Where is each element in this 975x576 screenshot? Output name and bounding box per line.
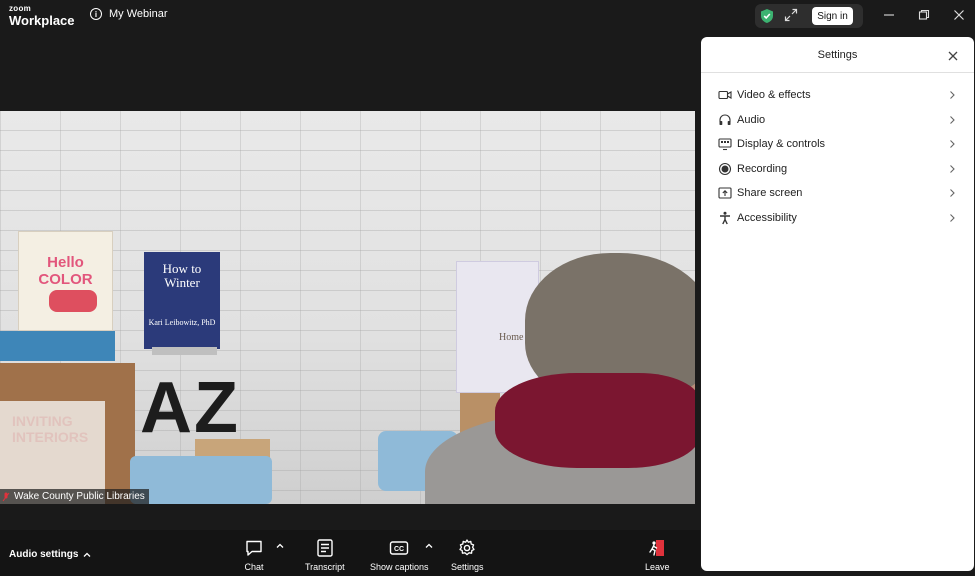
video-camera-icon <box>718 90 732 100</box>
book-stand <box>152 347 217 355</box>
transcript-icon <box>317 539 333 557</box>
chevron-right-icon <box>950 189 955 197</box>
close-window-icon[interactable] <box>950 6 968 24</box>
captions-options-chevron-icon[interactable] <box>424 542 434 550</box>
participant-name-tag: Wake County Public Libraries <box>0 489 149 504</box>
mic-muted-icon <box>2 492 10 501</box>
meeting-info[interactable]: i My Webinar <box>90 8 167 20</box>
az-letters: AZ <box>140 368 240 448</box>
meeting-toolbar: Audio settings Chat Transcript CC Show c… <box>0 530 700 576</box>
settings-item-label: Share screen <box>737 187 803 199</box>
meeting-title: My Webinar <box>109 8 168 20</box>
settings-item-accessibility[interactable]: Accessibility <box>701 206 974 230</box>
book-how-to-winter-title: How to Winter <box>162 261 202 290</box>
chevron-right-icon <box>950 91 955 99</box>
headphones-icon <box>719 114 731 125</box>
chevron-up-icon <box>83 552 91 557</box>
close-icon[interactable] <box>946 49 960 63</box>
book-how-to-winter-author: Kari Leibowitz, PhD <box>148 318 216 327</box>
closed-captions-icon: CC <box>390 541 409 555</box>
fullscreen-icon[interactable] <box>784 8 798 22</box>
book-hello-color: Hello COLOR <box>18 231 113 331</box>
leave-door-icon <box>649 540 665 556</box>
chevron-right-icon <box>950 140 955 148</box>
settings-item-audio[interactable]: Audio <box>701 108 974 132</box>
participant-name: Wake County Public Libraries <box>14 491 145 502</box>
transcript-button[interactable]: Transcript <box>305 538 345 572</box>
chevron-right-icon <box>950 116 955 124</box>
zoom-workplace-logo: zoom Workplace <box>9 4 75 28</box>
book-home-title: Home <box>499 332 524 343</box>
share-screen-icon <box>718 187 732 199</box>
chat-options-chevron-icon[interactable] <box>275 542 285 550</box>
zoom-webinar-window: zoom Workplace i My Webinar Sign in Hell <box>0 0 975 576</box>
settings-item-display-controls[interactable]: Display & controls <box>701 132 974 156</box>
audio-settings-label: Audio settings <box>9 549 79 560</box>
chat-button[interactable]: Chat <box>244 538 264 572</box>
minimize-icon[interactable] <box>880 6 898 24</box>
logo-line-1: zoom <box>9 4 32 13</box>
settings-item-label: Accessibility <box>737 212 797 224</box>
accessibility-icon <box>720 211 730 225</box>
settings-item-recording[interactable]: Recording <box>701 157 974 181</box>
settings-item-video-effects[interactable]: Video & effects <box>701 83 974 107</box>
blue-suitcase-left <box>0 331 115 361</box>
leave-label: Leave <box>645 562 670 572</box>
book-how-to-winter: How to Winter Kari Leibowitz, PhD <box>144 252 220 349</box>
logo-line-2: Workplace <box>9 13 75 28</box>
map-suitcase-center <box>130 456 272 504</box>
show-captions-button[interactable]: CC Show captions <box>370 538 429 572</box>
speaker-video[interactable]: Hello COLOR INVITING INTERIORS How to Wi… <box>0 111 695 504</box>
transcript-label: Transcript <box>305 562 345 572</box>
chat-label: Chat <box>244 562 264 572</box>
settings-item-label: Recording <box>737 163 788 175</box>
gear-icon <box>459 539 475 556</box>
settings-item-label: Audio <box>737 114 766 126</box>
settings-button[interactable]: Settings <box>451 538 484 572</box>
info-icon[interactable]: i <box>90 8 102 20</box>
sofa-illustration <box>49 290 97 312</box>
book-hello-color-title: Hello COLOR <box>38 254 93 288</box>
display-controls-icon <box>718 138 732 151</box>
leave-button[interactable]: Leave <box>645 538 670 572</box>
chevron-right-icon <box>950 165 955 173</box>
show-captions-label: Show captions <box>370 562 429 572</box>
settings-item-label: Display & controls <box>737 138 826 150</box>
encryption-shield-icon[interactable] <box>760 8 774 24</box>
title-bar: zoom Workplace i My Webinar Sign in <box>0 0 975 33</box>
chevron-right-icon <box>950 214 955 222</box>
svg-text:CC: CC <box>394 546 404 553</box>
person-scarf <box>495 373 695 468</box>
book-inviting-interiors-title: INVITING INTERIORS <box>12 413 89 445</box>
record-icon <box>718 162 732 176</box>
settings-panel-header: Settings <box>701 37 974 73</box>
settings-panel-title: Settings <box>817 49 858 61</box>
audio-settings-button[interactable]: Audio settings <box>9 549 92 560</box>
settings-item-label: Video & effects <box>737 89 811 101</box>
settings-item-share-screen[interactable]: Share screen <box>701 181 974 205</box>
restore-icon[interactable] <box>915 6 933 24</box>
sign-in-button[interactable]: Sign in <box>812 7 853 25</box>
settings-panel: Settings Video & effects Audio Display &… <box>701 37 974 571</box>
chat-icon <box>246 540 262 556</box>
settings-label: Settings <box>451 562 484 572</box>
